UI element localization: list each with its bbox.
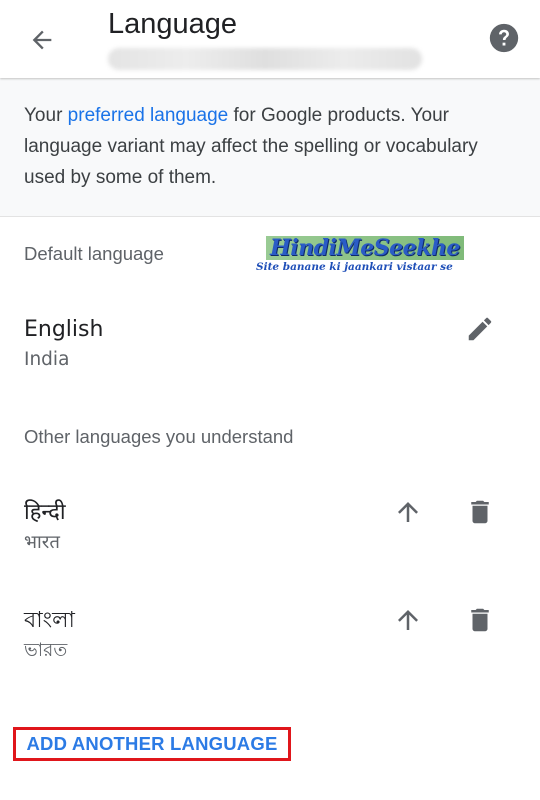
delete-language-button[interactable] (460, 492, 500, 532)
trash-icon (471, 500, 489, 524)
add-another-language-label: ADD ANOTHER LANGUAGE (26, 733, 278, 754)
add-another-language-button[interactable]: ADD ANOTHER LANGUAGE (13, 727, 291, 761)
arrow-up-icon (398, 502, 418, 522)
other-languages-heading: Other languages you understand (24, 426, 294, 447)
default-language-row[interactable]: English India (0, 315, 540, 375)
help-icon (489, 23, 519, 53)
language-region: India (24, 349, 70, 370)
account-email (108, 48, 422, 70)
move-up-button[interactable] (388, 600, 428, 640)
watermark-logo: HindiMeSeekhe Site banane ki jaankari vi… (256, 236, 464, 276)
language-name: বাংলা (24, 608, 75, 633)
intro-text-before: Your (24, 105, 68, 126)
intro-text: Your preferred language for Google produ… (24, 100, 504, 193)
intro-panel: Your preferred language for Google produ… (0, 78, 540, 217)
move-up-button[interactable] (388, 492, 428, 532)
watermark-title: HindiMeSeekhe (266, 236, 464, 260)
language-region: ভারত (24, 640, 68, 661)
preferred-language-link[interactable]: preferred language (68, 105, 229, 126)
back-button[interactable] (22, 20, 62, 60)
language-name: English (24, 317, 104, 342)
arrow-back-icon (32, 30, 52, 50)
other-language-row[interactable]: বাংলা ভারত (0, 606, 540, 666)
language-settings-page: Language Your preferred language for Goo… (0, 0, 540, 800)
help-button[interactable] (487, 21, 521, 55)
arrow-up-icon (398, 610, 418, 630)
language-region: भारत (24, 532, 60, 553)
trash-icon (471, 608, 489, 632)
default-language-heading: Default language (24, 243, 164, 264)
edit-language-button[interactable] (460, 309, 500, 349)
page-title: Language (108, 8, 238, 40)
language-name: हिन्दी (24, 500, 66, 525)
delete-language-button[interactable] (460, 600, 500, 640)
edit-pencil-icon (468, 317, 492, 341)
app-header: Language (0, 0, 540, 78)
watermark-subtitle: Site banane ki jaankari vistaar se (256, 261, 453, 273)
other-language-row[interactable]: हिन्दी भारत (0, 498, 540, 558)
